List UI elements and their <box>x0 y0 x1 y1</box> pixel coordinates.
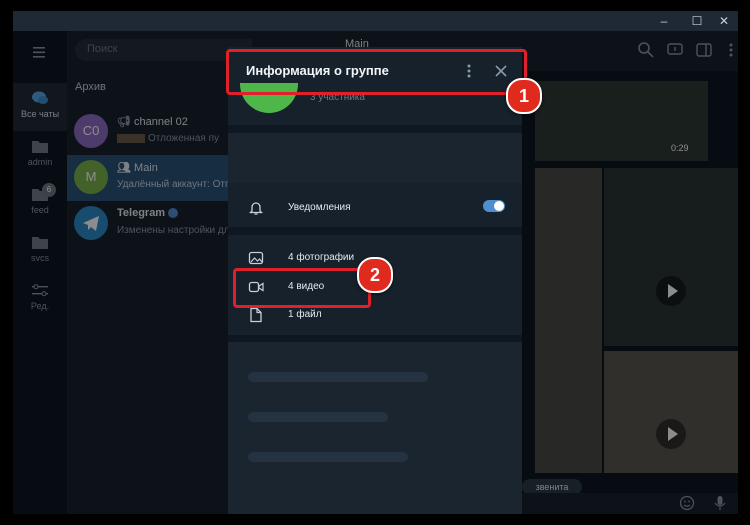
notifications-toggle[interactable] <box>483 200 505 212</box>
bell-icon <box>248 202 264 215</box>
blurred-row <box>248 412 388 422</box>
notifications-label: Уведомления <box>288 202 351 213</box>
step-marker-1: 1 <box>506 78 542 114</box>
notifications-row[interactable]: Уведомления <box>228 195 522 221</box>
section-divider <box>228 125 522 133</box>
description-section <box>228 133 522 183</box>
maximize-button[interactable]: ☐ <box>682 11 712 31</box>
blurred-row <box>248 452 408 462</box>
section-divider <box>228 227 522 235</box>
blurred-row <box>248 372 428 382</box>
files-count: 1 файл <box>288 309 322 320</box>
title-bar: – ☐ ✕ <box>13 11 738 31</box>
file-icon <box>250 307 262 323</box>
highlight-box-1 <box>226 49 527 95</box>
minimize-button[interactable]: – <box>649 11 679 31</box>
photo-icon <box>248 251 264 265</box>
close-window-button[interactable]: ✕ <box>709 11 738 31</box>
highlight-box-2 <box>233 268 371 308</box>
screenshot-frame: – ☐ ✕ Все чаты admin 6 feed svcs Ред. По… <box>0 0 750 525</box>
step-marker-2: 2 <box>357 257 393 293</box>
members-section <box>228 342 522 514</box>
photos-count: 4 фотографии <box>288 252 355 263</box>
